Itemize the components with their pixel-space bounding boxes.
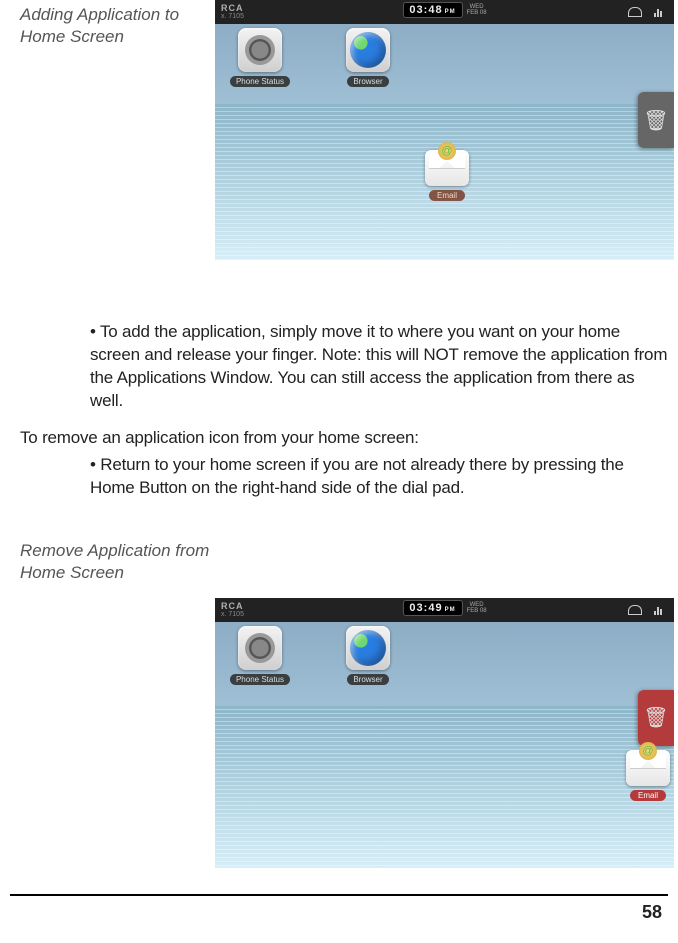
status-brand: RCA x. 7105 xyxy=(221,602,244,618)
clock-time: 03:48 PM xyxy=(402,2,462,18)
globe-icon xyxy=(346,28,390,72)
app-browser[interactable]: Browser xyxy=(333,28,403,87)
status-bar: RCA x. 7105 03:48 PM WED FEB 08 xyxy=(215,0,674,24)
app-label: Browser xyxy=(347,76,388,87)
envelope-icon: @ xyxy=(626,750,670,786)
app-row: Phone Status Browser xyxy=(225,28,403,87)
page-footer: 58 xyxy=(10,894,668,923)
bullet-add-app: • To add the application, simply move it… xyxy=(90,321,668,413)
clock-date: WED FEB 08 xyxy=(467,4,487,16)
gear-icon xyxy=(238,28,282,72)
app-browser[interactable]: Browser xyxy=(333,626,403,685)
status-bar: RCA x. 7105 03:49 PM WED FEB 08 xyxy=(215,598,674,622)
app-label: Phone Status xyxy=(230,674,290,685)
trash-icon: 🗑 xyxy=(643,108,668,133)
equalizer-icon xyxy=(654,605,662,615)
caption-remove-application: Remove Application from Home Screen xyxy=(20,540,220,584)
clock-time: 03:49 PM xyxy=(402,600,462,616)
status-right-icons xyxy=(628,7,668,17)
brand-label: RCA xyxy=(221,602,244,611)
bullet-remove-app: • Return to your home screen if you are … xyxy=(90,454,668,500)
model-label: x. 7105 xyxy=(221,13,244,20)
page-number: 58 xyxy=(642,902,662,922)
globe-icon xyxy=(346,626,390,670)
app-phone-status[interactable]: Phone Status xyxy=(225,28,295,87)
app-phone-status[interactable]: Phone Status xyxy=(225,626,295,685)
remove-intro: To remove an application icon from your … xyxy=(20,427,668,450)
dragging-email-icon[interactable]: @ Email xyxy=(425,150,469,201)
headphones-icon xyxy=(628,7,642,17)
screenshot-add-app: RCA x. 7105 03:48 PM WED FEB 08 xyxy=(215,0,674,260)
trash-panel-active[interactable]: 🗑 xyxy=(638,690,674,746)
brand-label: RCA xyxy=(221,4,244,13)
app-label: Phone Status xyxy=(230,76,290,87)
headphones-icon xyxy=(628,605,642,615)
clock-monthday: FEB 08 xyxy=(467,10,487,16)
drag-label: Email xyxy=(630,790,666,801)
status-clock: 03:48 PM WED FEB 08 xyxy=(402,2,486,18)
at-badge: @ xyxy=(639,742,657,760)
envelope-icon: @ xyxy=(425,150,469,186)
wallpaper-ocean xyxy=(215,706,674,868)
app-label: Browser xyxy=(347,674,388,685)
clock-hours: 03:48 xyxy=(409,4,442,16)
app-row: Phone Status Browser xyxy=(225,626,403,685)
status-brand: RCA x. 7105 xyxy=(221,4,244,20)
equalizer-icon xyxy=(654,7,662,17)
clock-ampm: PM xyxy=(445,607,456,613)
body-text: • To add the application, simply move it… xyxy=(10,321,668,500)
drag-label: Email xyxy=(429,190,465,201)
dragging-email-icon[interactable]: @ Email xyxy=(626,750,670,801)
status-right-icons xyxy=(628,605,668,615)
trash-panel[interactable]: 🗑 xyxy=(638,92,674,148)
trash-icon: 🗑 xyxy=(643,705,668,730)
clock-monthday: FEB 08 xyxy=(467,608,487,614)
clock-ampm: PM xyxy=(445,9,456,15)
gear-icon xyxy=(238,626,282,670)
caption-adding-application: Adding Application to Home Screen xyxy=(20,4,190,48)
status-clock: 03:49 PM WED FEB 08 xyxy=(402,600,486,616)
at-badge: @ xyxy=(438,142,456,160)
clock-date: WED FEB 08 xyxy=(467,602,487,614)
screenshot-remove-app: RCA x. 7105 03:49 PM WED FEB 08 xyxy=(215,598,674,868)
clock-hours: 03:49 xyxy=(409,602,442,614)
model-label: x. 7105 xyxy=(221,611,244,618)
